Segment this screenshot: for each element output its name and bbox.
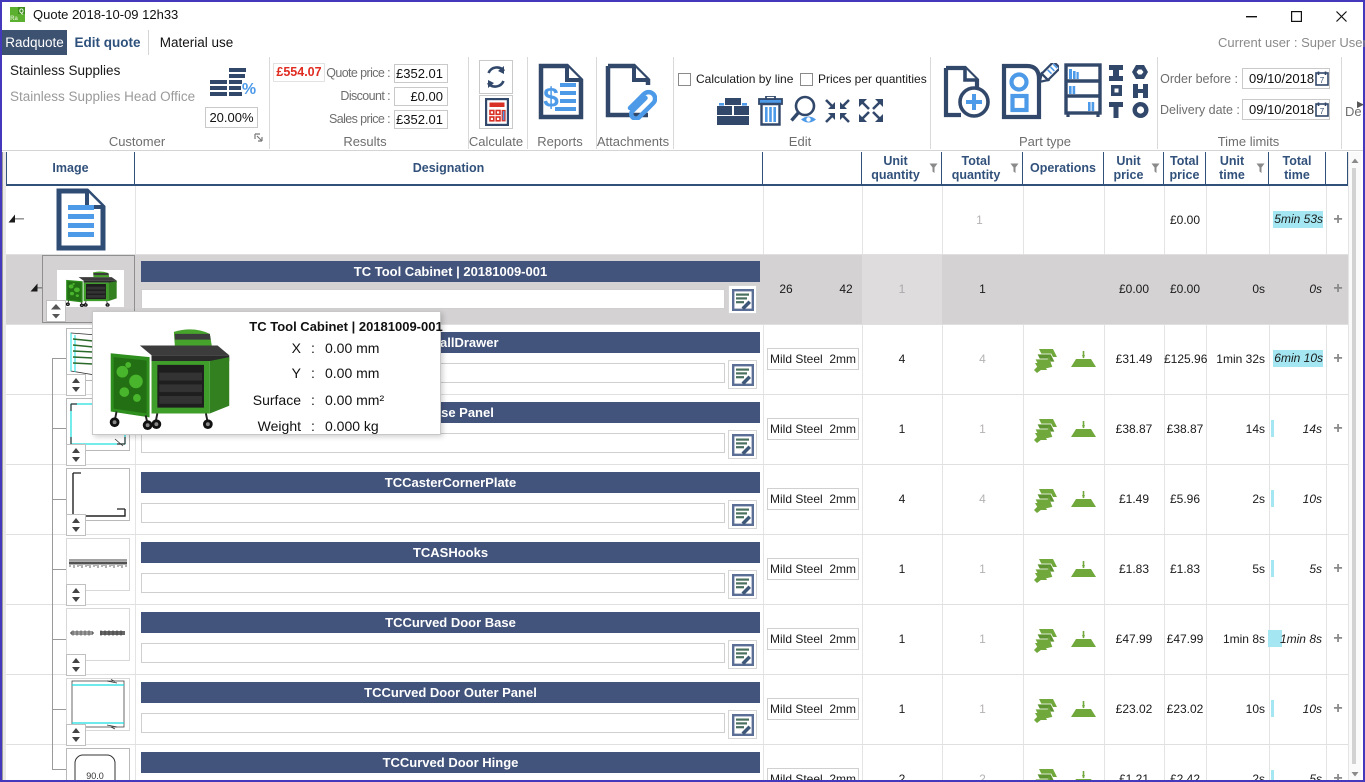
svg-text:7: 7 [1320,107,1325,116]
svg-text:90.0: 90.0 [86,771,104,780]
svg-text:7: 7 [1320,76,1325,85]
svg-text:$: $ [543,82,559,113]
svg-text:%: % [242,81,256,96]
svg-text:Ra: Ra [10,16,18,22]
svg-text:Q: Q [19,9,24,15]
